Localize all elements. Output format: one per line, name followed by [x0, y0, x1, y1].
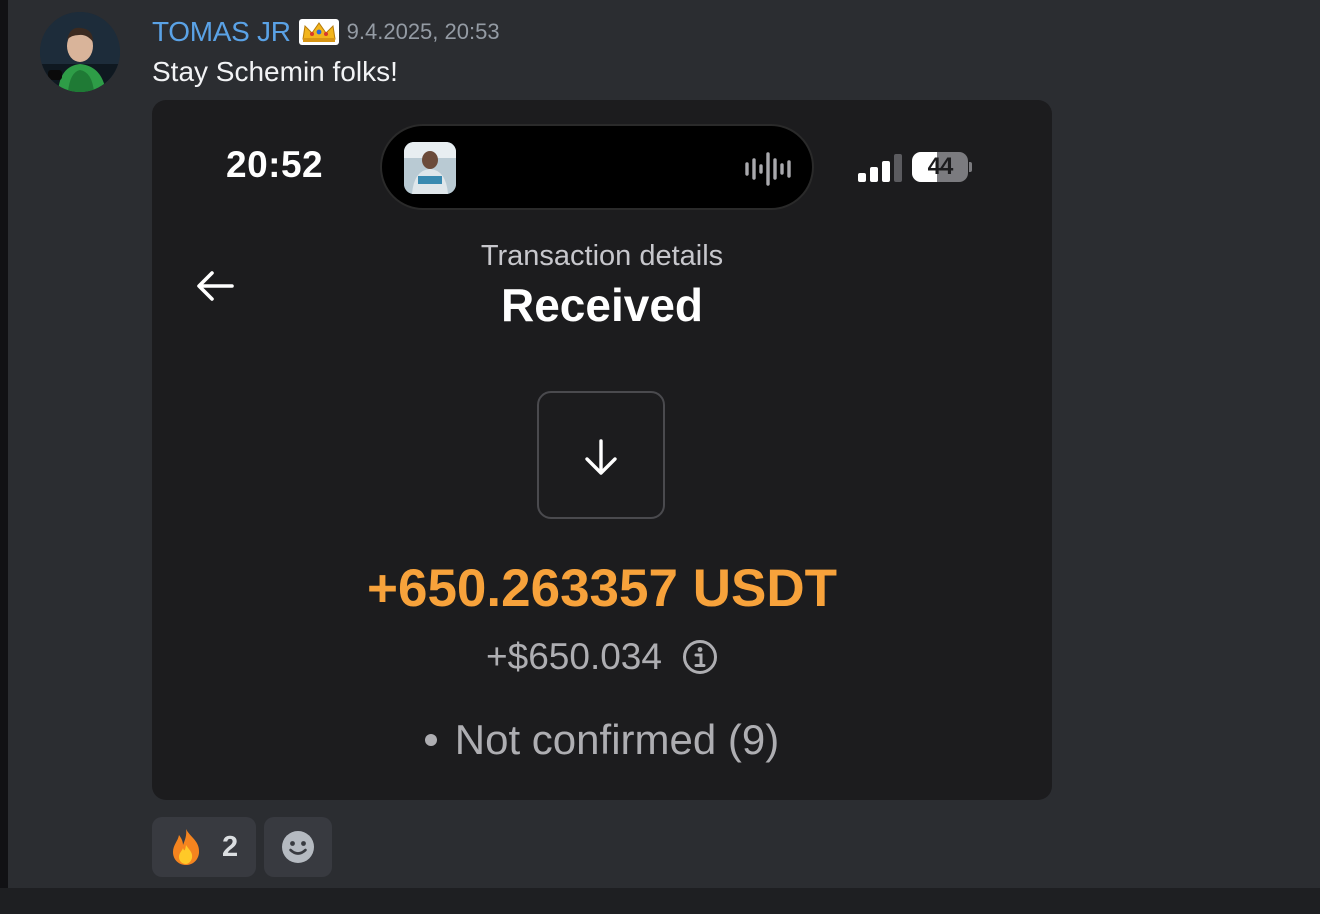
battery-percent: 44	[927, 153, 954, 180]
dynamic-island	[380, 124, 814, 210]
info-icon[interactable]	[682, 639, 718, 675]
author-name[interactable]: TOMAS JR	[152, 16, 291, 48]
fiat-amount: +$650.034	[486, 636, 662, 677]
now-playing-thumbnail	[404, 142, 456, 194]
add-reaction-icon	[282, 831, 314, 863]
fire-icon	[173, 829, 200, 865]
confirmation-status: Not confirmed (9)	[152, 716, 1052, 764]
crypto-amount: +650.263357 USDT	[367, 559, 837, 618]
page-title: Received	[500, 279, 703, 331]
battery-indicator: 44	[912, 152, 974, 182]
message-content: Stay Schemin folks!	[152, 56, 398, 87]
signal-strength-icon	[858, 154, 902, 182]
avatar[interactable]	[40, 12, 120, 92]
arrow-down-icon	[585, 439, 617, 475]
status-text: Not confirmed (9)	[454, 716, 780, 763]
status-dot	[424, 734, 437, 746]
left-edge	[0, 0, 8, 914]
fiat-row: +$650.034	[152, 636, 1052, 678]
bottom-edge	[0, 888, 1320, 914]
image-attachment[interactable]: 20:52 44 Transaction details Received +6…	[152, 100, 1052, 800]
page-subtitle: Transaction details	[480, 240, 724, 272]
message-timestamp: 9.4.2025, 20:53	[346, 19, 500, 44]
add-reaction-button[interactable]	[264, 817, 332, 877]
message-header: TOMAS JR 9.4.2025, 20:53	[152, 14, 500, 50]
reaction-count: 2	[222, 830, 239, 863]
waveform-icon	[745, 152, 791, 186]
transaction-type-badge	[537, 391, 665, 519]
status-bar-time: 20:52	[226, 144, 324, 185]
reaction-fire[interactable]: 2	[152, 817, 256, 877]
crown-icon	[298, 19, 339, 45]
